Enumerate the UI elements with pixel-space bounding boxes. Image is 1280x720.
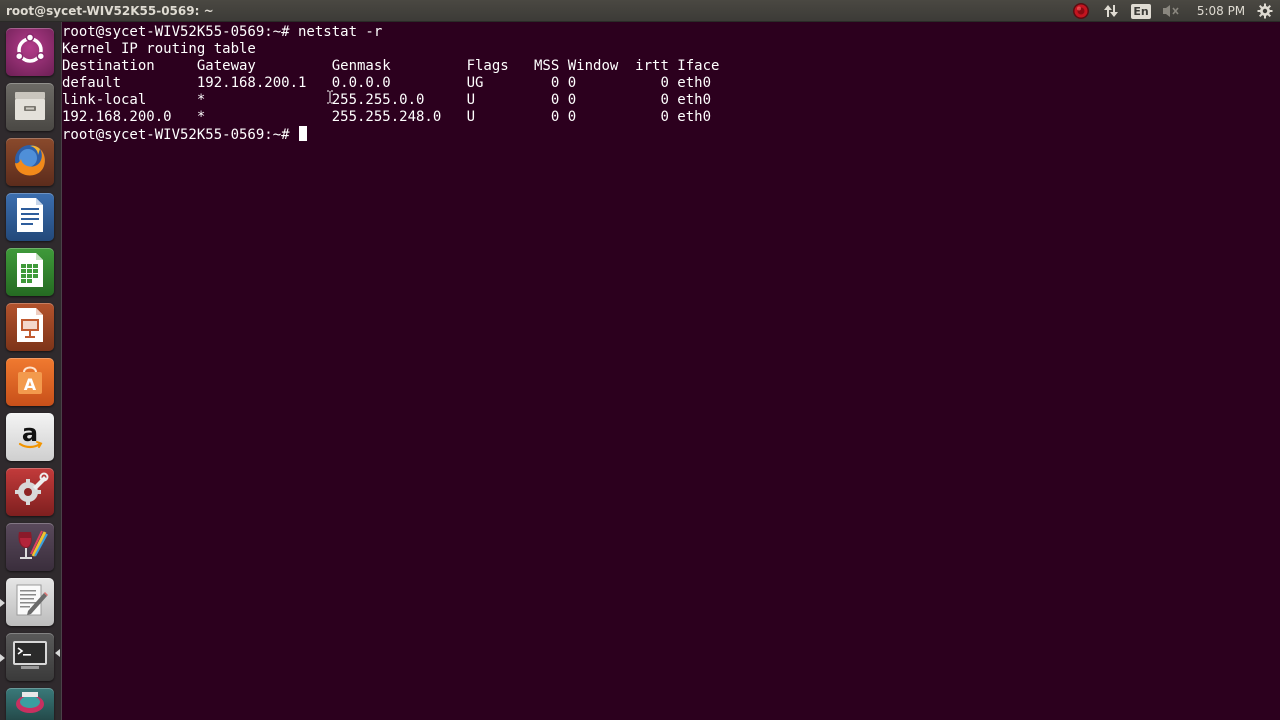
launcher-item-terminal[interactable] [6,633,54,681]
settings-wrench-icon [11,471,49,513]
terminal-line: root@sycet-WIV52K55-0569:~# netstat -r [62,24,383,40]
settings-gear-icon[interactable] [1255,0,1275,22]
terminal-line: Kernel IP routing table [62,41,256,57]
shopping-bag-icon: A [12,362,48,402]
file-cabinet-icon [12,87,48,127]
terminal-cursor [299,126,308,141]
launcher-item-text-editor[interactable] [6,578,54,626]
launcher-item-amazon[interactable]: a [6,413,54,461]
unity-launcher: A a [0,22,62,720]
top-panel: root@sycet-WIV52K55-0569: ~ En 5:08 PM [0,0,1280,22]
impress-presentation-icon [13,306,47,348]
terminal-line: link-local * 255.255.0.0 U 0 0 0 eth0 [62,92,712,108]
network-updown-icon[interactable] [1101,0,1121,22]
launcher-item-files[interactable] [6,83,54,131]
terminal-line: 192.168.200.0 * 255.255.248.0 U 0 0 0 et… [62,109,712,125]
terminal-line: Destination Gateway Genmask Flags MSS Wi… [62,58,720,74]
launcher-item-libreoffice-calc[interactable] [6,248,54,296]
launcher-item-libreoffice-impress[interactable] [6,303,54,351]
launcher-item-system-settings[interactable] [6,468,54,516]
writer-document-icon [13,196,47,238]
launcher-item-software-center[interactable]: A [6,358,54,406]
calc-spreadsheet-icon [13,251,47,293]
svg-text:A: A [24,375,37,394]
launcher-item-dash-home[interactable] [6,28,54,76]
terminal-icon [11,638,49,676]
terminal-line: default 192.168.200.1 0.0.0.0 UG 0 0 0 e… [62,75,712,91]
text-editor-icon [12,581,48,623]
launcher-item-wine[interactable] [6,523,54,571]
terminal-prompt-line[interactable]: root@sycet-WIV52K55-0569:~# [62,126,1280,143]
ubuntu-logo-icon [12,32,48,72]
app-icon [12,688,48,720]
svg-text:a: a [22,419,38,447]
launcher-item-partial-app[interactable] [6,688,54,720]
focused-indicator [55,649,60,657]
wine-glass-icon [11,526,49,568]
record-indicator-icon[interactable] [1071,0,1091,22]
keyboard-layout-icon[interactable]: En [1130,0,1152,22]
launcher-item-libreoffice-writer[interactable] [6,193,54,241]
terminal-window[interactable]: root@sycet-WIV52K55-0569:~# netstat -r K… [62,23,1280,720]
keyboard-layout-label: En [1131,3,1151,19]
launcher-item-firefox[interactable] [6,138,54,186]
firefox-icon [11,141,49,183]
volume-muted-icon[interactable] [1160,0,1182,22]
clock[interactable]: 5:08 PM [1192,0,1250,22]
window-title: root@sycet-WIV52K55-0569: ~ [6,4,214,18]
amazon-logo-icon: a [12,417,48,457]
ibeam-cursor-icon [326,90,334,104]
running-indicator [0,654,5,662]
terminal-prompt: root@sycet-WIV52K55-0569:~# [62,127,299,143]
running-indicator [0,599,5,607]
